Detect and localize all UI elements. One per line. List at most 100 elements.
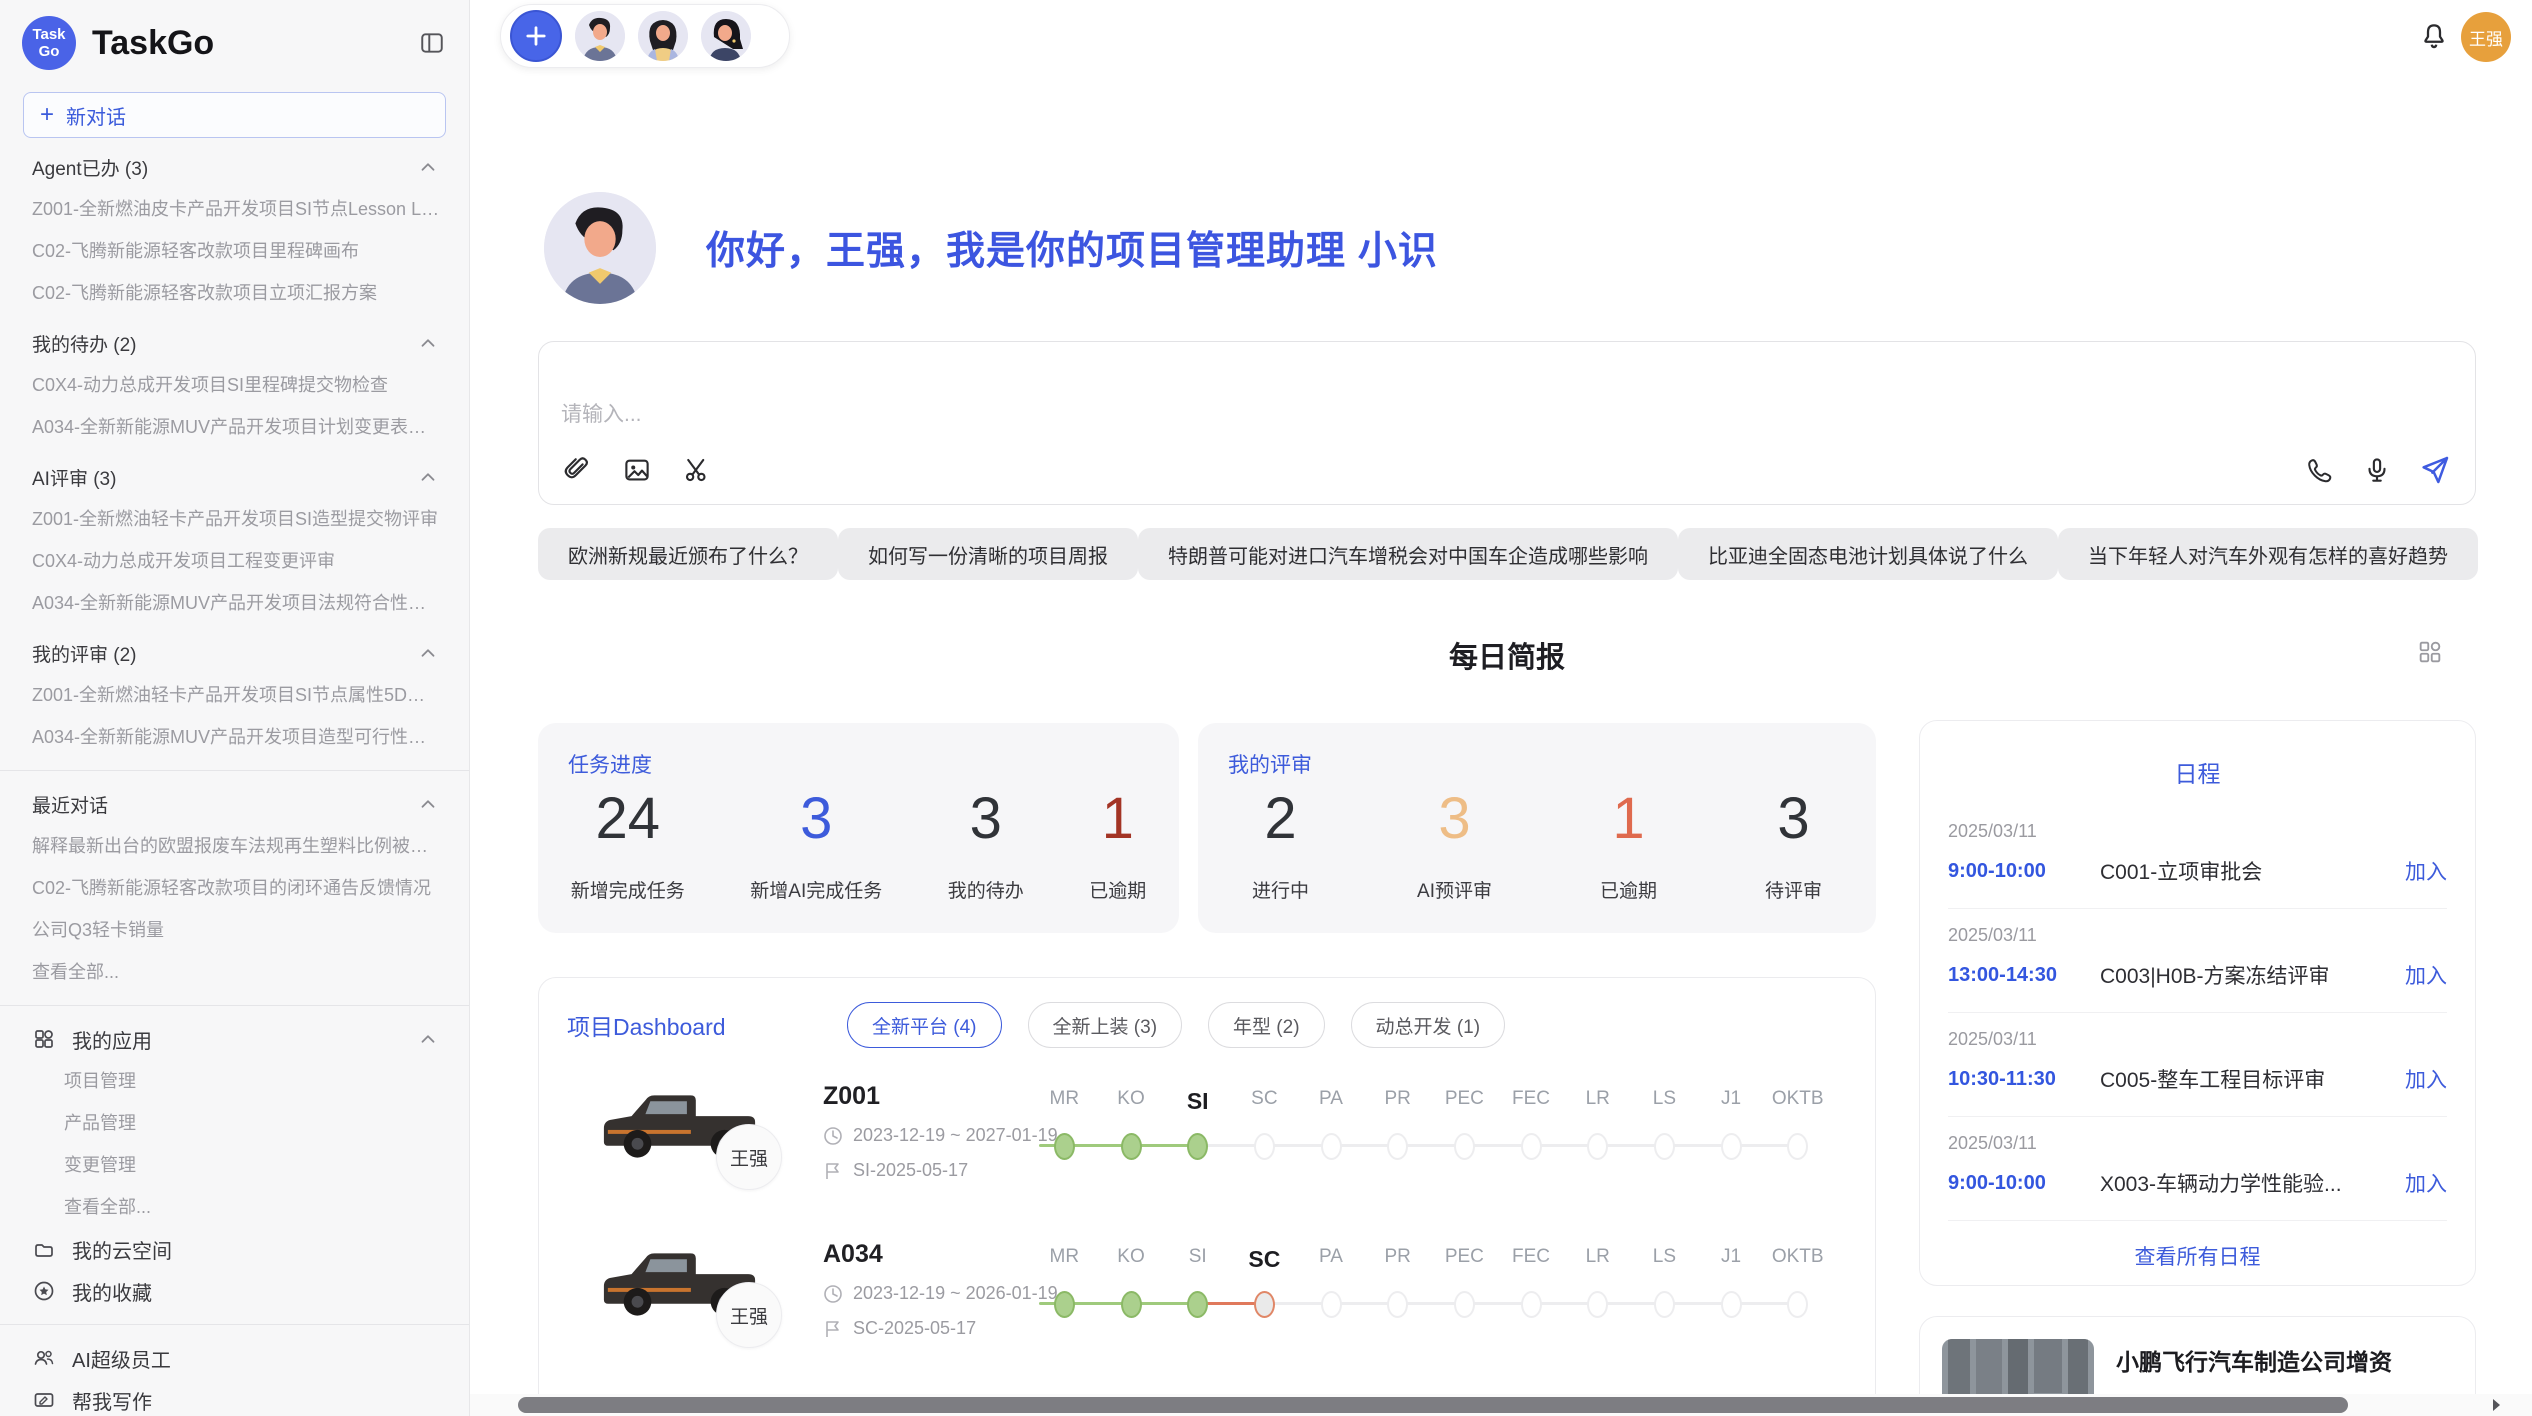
scrollbar-thumb[interactable] xyxy=(518,1397,2348,1413)
divider xyxy=(0,770,469,771)
my-review-stats: 2进行中 3AI预评审 1已逾期 3待评审 xyxy=(1198,785,1876,903)
news-title: 小鹏飞行汽车制造公司增资 xyxy=(2116,1343,2436,1377)
suggestion-chip[interactable]: 如何写一份清晰的项目周报 xyxy=(838,528,1138,580)
stat-new-done: 24新增完成任务 xyxy=(571,785,685,903)
group-recent-chats[interactable]: 最近对话 xyxy=(0,783,469,825)
join-meeting-link[interactable]: 加入 xyxy=(2405,1168,2447,1198)
add-member-button[interactable] xyxy=(510,10,562,62)
task-progress-stats: 24新增完成任务 3新增AI完成任务 3我的待办 1已逾期 xyxy=(538,785,1179,903)
task-item[interactable]: A034-全新新能源MUV产品开发项目法规符合性评审 xyxy=(0,582,469,624)
sidebar-collapse-icon[interactable] xyxy=(417,28,447,58)
clock-icon xyxy=(823,1284,843,1304)
my-review-card: 我的评审 2进行中 3AI预评审 1已逾期 3待评审 xyxy=(1198,723,1876,933)
project-info: Z001 2023-12-19 ~ 2027-01-19 SI-2025-05-… xyxy=(823,1082,1058,1181)
schedule-item: 2025/03/11 10:30-11:30 C005-整车工程目标评审 加入 xyxy=(1948,1013,2447,1117)
app-link-change-mgmt[interactable]: 变更管理 xyxy=(0,1144,469,1186)
suggestion-chips: 欧洲新规最近颁布了什么？ 如何写一份清晰的项目周报 特朗普可能对进口汽车增税会对… xyxy=(538,528,2476,580)
task-item[interactable]: C02-飞腾新能源轻客改款项目立项汇报方案 xyxy=(0,272,469,314)
recent-chat-item[interactable]: C02-飞腾新能源轻客改款项目的闭环通告反馈情况 xyxy=(0,867,469,909)
schedule-time: 9:00-10:00 xyxy=(1948,860,2100,883)
sidebar-item-help-write[interactable]: 帮我写作 xyxy=(0,1379,469,1416)
schedule-date: 2025/03/11 xyxy=(1948,821,2447,842)
suggestion-chip[interactable]: 比亚迪全固态电池计划具体说了什么 xyxy=(1678,528,2058,580)
briefing-layout-icon[interactable] xyxy=(2416,638,2444,666)
scissors-icon[interactable] xyxy=(681,454,713,486)
avatar-member-1[interactable] xyxy=(575,11,625,61)
stat-overdue: 1已逾期 xyxy=(1089,785,1146,903)
task-item[interactable]: C0X4-动力总成开发项目SI里程碑提交物检查 xyxy=(0,364,469,406)
chevron-up-icon xyxy=(417,156,439,178)
app-link-product-mgmt[interactable]: 产品管理 xyxy=(0,1102,469,1144)
schedule-event-title: C003|H0B-方案冻结评审 xyxy=(2100,960,2405,990)
task-item[interactable]: Z001-全新燃油轻卡产品开发项目SI节点属性5D文件评审 xyxy=(0,674,469,716)
sidebar-item-ai-staff[interactable]: AI超级员工 xyxy=(0,1337,469,1379)
chevron-up-icon xyxy=(417,466,439,488)
project-row-z001[interactable]: 王强 Z001 2023-12-19 ~ 2027-01-19 SI-2025-… xyxy=(539,1078,1877,1228)
join-meeting-link[interactable]: 加入 xyxy=(2405,856,2447,886)
briefing-title: 每日简报 xyxy=(538,634,2476,676)
microphone-icon[interactable] xyxy=(2361,454,2393,486)
project-code: A034 xyxy=(823,1240,1058,1269)
schedule-event-title: C001-立项审批会 xyxy=(2100,856,2405,886)
task-item[interactable]: Z001-全新燃油皮卡产品开发项目SI节点Lesson Learn报告 xyxy=(0,188,469,230)
suggestion-chip[interactable]: 特朗普可能对进口汽车增税会对中国车企造成哪些影响 xyxy=(1138,528,1678,580)
recent-chat-item[interactable]: 解释最新出台的欧盟报废车法规再生塑料比例被调至15%... xyxy=(0,825,469,867)
app-link-project-mgmt[interactable]: 项目管理 xyxy=(0,1060,469,1102)
divider xyxy=(0,1005,469,1006)
join-meeting-link[interactable]: 加入 xyxy=(2405,960,2447,990)
chevron-up-icon xyxy=(417,642,439,664)
sidebar-item-my-apps[interactable]: 我的应用 xyxy=(0,1018,469,1060)
favorites-icon xyxy=(32,1279,56,1303)
project-dashboard-card: 项目Dashboard 全新平台 (4) 全新上装 (3) 年型 (2) 动总开… xyxy=(538,977,1876,1416)
filter-tab-powertrain[interactable]: 动总开发 (1) xyxy=(1351,1002,1506,1048)
horizontal-scrollbar xyxy=(470,1394,2532,1416)
group-agent-done[interactable]: Agent已办 (3) xyxy=(0,146,469,188)
filter-tab-new-body[interactable]: 全新上装 (3) xyxy=(1028,1002,1183,1048)
sidebar-item-cloud-space[interactable]: 我的云空间 xyxy=(0,1228,469,1270)
task-item[interactable]: Z001-全新燃油轻卡产品开发项目SI造型提交物评审 xyxy=(0,498,469,540)
group-ai-review[interactable]: AI评审 (3) xyxy=(0,456,469,498)
notification-bell-icon[interactable] xyxy=(2418,20,2450,52)
input-tools-right xyxy=(2303,454,2451,486)
project-next-milestone: SI-2025-05-17 xyxy=(853,1160,968,1181)
recent-chat-item[interactable]: 公司Q3轻卡销量 xyxy=(0,909,469,951)
schedule-item: 2025/03/11 9:00-10:00 X003-车辆动力学性能验... 加… xyxy=(1948,1117,2447,1221)
sidebar-item-favorites[interactable]: 我的收藏 xyxy=(0,1270,469,1312)
avatar-member-3[interactable] xyxy=(701,11,751,61)
current-user-avatar[interactable]: 王强 xyxy=(2461,12,2511,62)
chevron-up-icon xyxy=(417,332,439,354)
task-item[interactable]: A034-全新新能源MUV产品开发项目造型可行性评审 xyxy=(0,716,469,758)
schedule-event-title: C005-整车工程目标评审 xyxy=(2100,1064,2405,1094)
task-item[interactable]: A034-全新新能源MUV产品开发项目计划变更表编写 xyxy=(0,406,469,448)
my-apps-label: 我的应用 xyxy=(72,1025,152,1054)
suggestion-chip[interactable]: 当下年轻人对汽车外观有怎样的喜好趋势 xyxy=(2058,528,2478,580)
project-date-range: 2023-12-19 ~ 2026-01-19 xyxy=(853,1283,1058,1304)
view-all-apps-link[interactable]: 查看全部... xyxy=(0,1186,469,1228)
chat-input[interactable] xyxy=(561,398,2161,448)
cloud-space-label: 我的云空间 xyxy=(72,1235,172,1264)
writing-icon xyxy=(32,1388,56,1412)
project-row-a034[interactable]: 王强 A034 2023-12-19 ~ 2026-01-19 SC-2025-… xyxy=(539,1236,1877,1386)
view-all-chats-link[interactable]: 查看全部... xyxy=(0,951,469,993)
assistant-avatar xyxy=(544,192,656,304)
image-upload-icon[interactable] xyxy=(621,454,653,486)
filter-tab-year-model[interactable]: 年型 (2) xyxy=(1208,1002,1325,1048)
attachment-icon[interactable] xyxy=(561,454,593,486)
task-progress-card: 任务进度 24新增完成任务 3新增AI完成任务 3我的待办 1已逾期 xyxy=(538,723,1179,933)
voice-call-icon[interactable] xyxy=(2303,454,2335,486)
view-all-schedule-link[interactable]: 查看所有日程 xyxy=(1948,1221,2447,1291)
avatar-member-2[interactable] xyxy=(638,11,688,61)
filter-tab-new-platform[interactable]: 全新平台 (4) xyxy=(847,1002,1002,1048)
task-item[interactable]: C0X4-动力总成开发项目工程变更评审 xyxy=(0,540,469,582)
ai-staff-label: AI超级员工 xyxy=(72,1344,171,1373)
join-meeting-link[interactable]: 加入 xyxy=(2405,1064,2447,1094)
task-item[interactable]: C02-飞腾新能源轻客改款项目里程碑画布 xyxy=(0,230,469,272)
schedule-time: 9:00-10:00 xyxy=(1948,1172,2100,1195)
suggestion-chip[interactable]: 欧洲新规最近颁布了什么？ xyxy=(538,528,838,580)
group-my-review[interactable]: 我的评审 (2) xyxy=(0,632,469,674)
scroll-right-arrow[interactable] xyxy=(2488,1397,2504,1413)
group-my-todo[interactable]: 我的待办 (2) xyxy=(0,322,469,364)
new-chat-button[interactable]: + 新对话 xyxy=(23,92,446,138)
send-icon[interactable] xyxy=(2419,454,2451,486)
dashboard-filter-tabs: 全新平台 (4) 全新上装 (3) 年型 (2) 动总开发 (1) xyxy=(847,1002,1505,1048)
